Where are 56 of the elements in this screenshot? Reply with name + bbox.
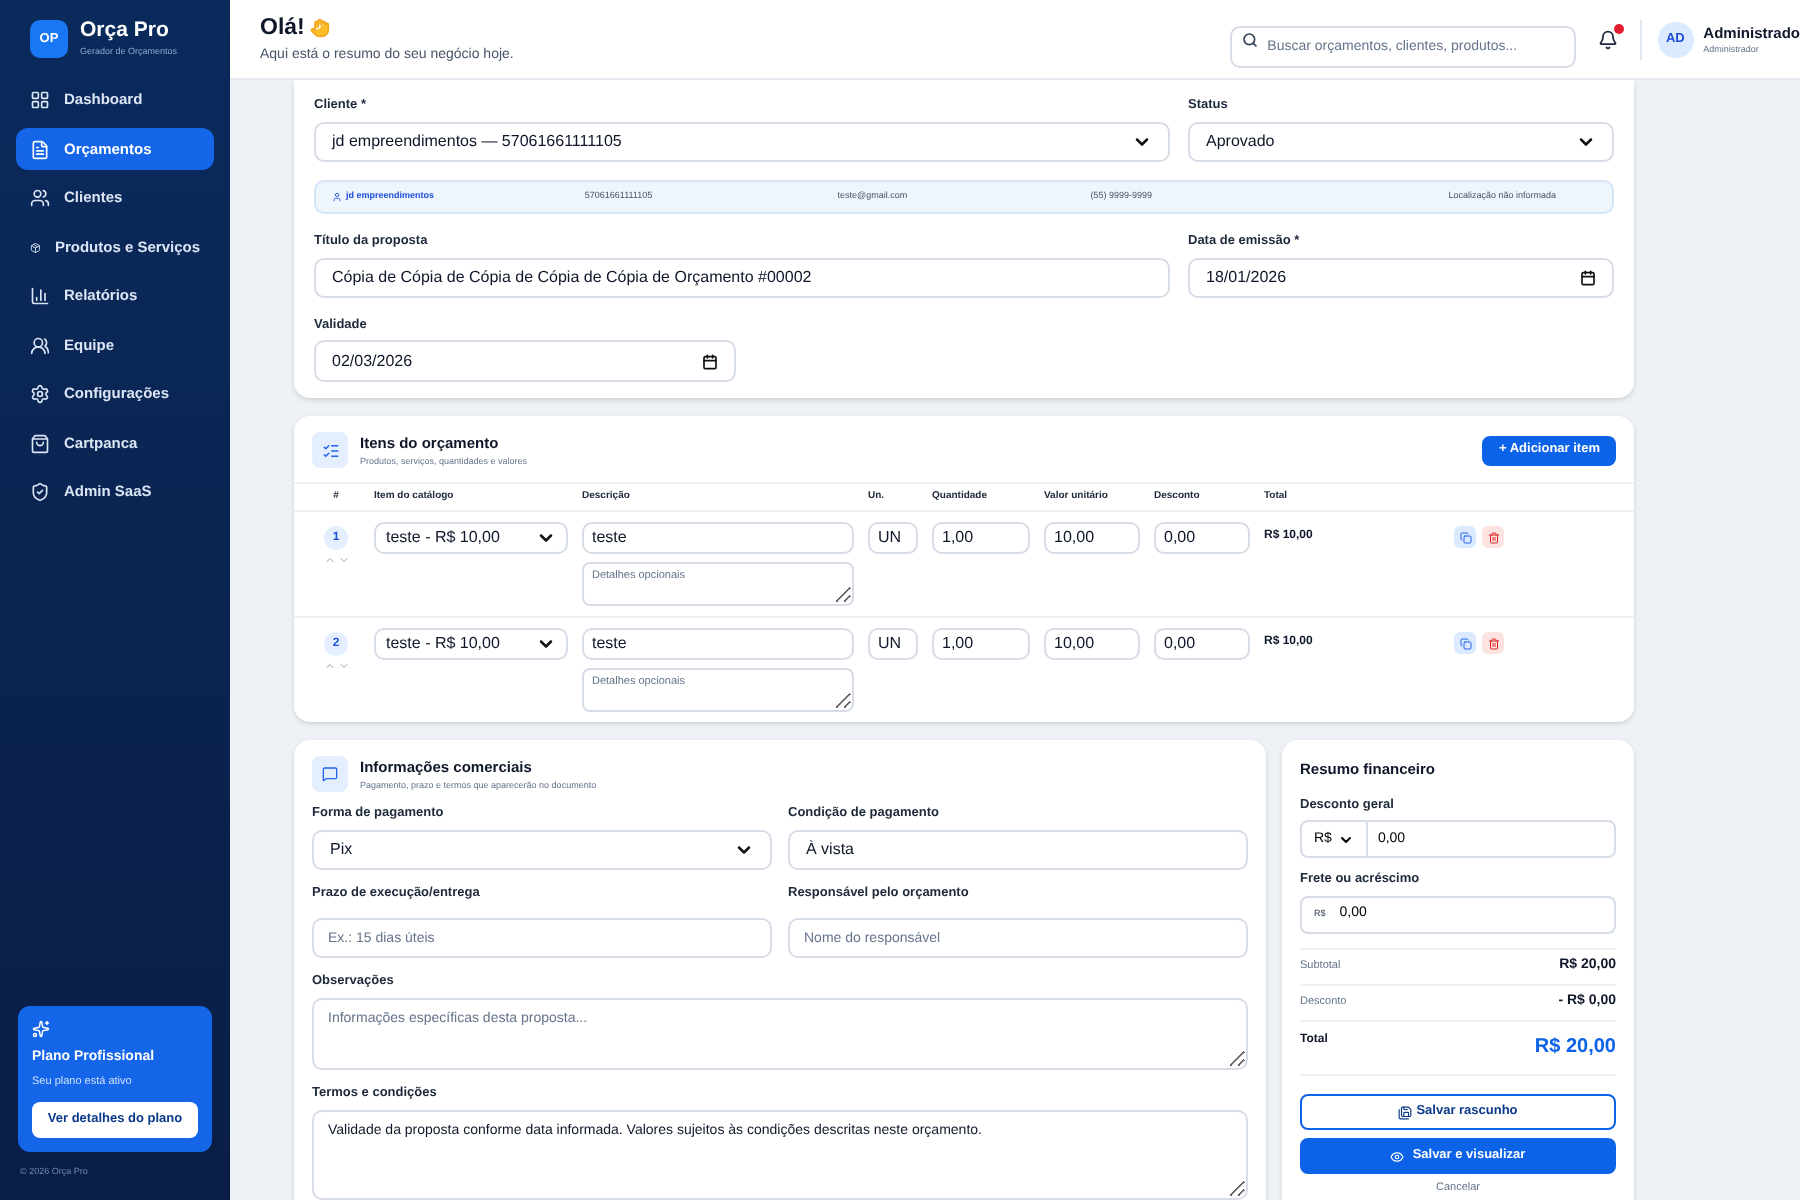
text-field[interactable]: Cópia de Cópia de Cópia de Cópia de Cópia de Orçamento #00002 <box>314 257 1170 297</box>
delete-button[interactable] <box>1482 632 1504 655</box>
quantity-field[interactable]: 1,00 <box>932 522 1030 555</box>
shield-icon <box>30 482 50 502</box>
unit-field[interactable]: UN <box>868 628 918 661</box>
greeting-title: Olá! <box>260 13 305 44</box>
text-field[interactable]: teste <box>582 628 854 661</box>
chevron-down-icon <box>734 840 754 860</box>
bar-chart-icon <box>30 286 50 306</box>
select-field[interactable]: teste - R$ 10,00 <box>374 522 568 555</box>
users-icon <box>30 188 50 208</box>
total-value: R$ 20,00 <box>1534 1034 1616 1062</box>
hand-icon <box>310 18 331 39</box>
move-down-icon[interactable] <box>337 554 349 567</box>
move-up-icon[interactable] <box>323 660 335 673</box>
text-field[interactable]: À vista <box>788 830 1248 870</box>
date-field[interactable]: 02/03/2026 <box>314 340 736 383</box>
copy-icon <box>1459 531 1471 544</box>
settings-icon <box>30 384 50 404</box>
bag-icon <box>30 433 50 453</box>
chevron-down-icon <box>1337 831 1354 848</box>
user-icon <box>332 191 342 202</box>
save-icon <box>1398 1105 1413 1119</box>
search-icon <box>1241 31 1258 47</box>
grid-icon <box>30 90 50 110</box>
duplicate-button[interactable] <box>1454 632 1476 655</box>
select-field[interactable]: Pix <box>312 830 772 870</box>
price-field[interactable]: 10,00 <box>1044 628 1140 661</box>
eye-icon <box>1390 1149 1405 1163</box>
sparkles-icon <box>32 1019 50 1037</box>
delete-button[interactable] <box>1482 526 1504 549</box>
unit-field[interactable]: UN <box>868 522 918 555</box>
copy-icon <box>1459 637 1471 650</box>
message-icon <box>322 766 338 783</box>
move-up-icon[interactable] <box>323 554 335 567</box>
brand-name: Orça Pro <box>80 20 171 41</box>
calendar-icon <box>702 353 718 370</box>
team-icon <box>30 335 50 355</box>
select-field[interactable]: Aprovado <box>1188 121 1614 162</box>
date-field[interactable]: 18/01/2026 <box>1188 257 1614 297</box>
quantity-field[interactable]: 1,00 <box>932 628 1030 661</box>
trash-icon <box>1487 637 1499 650</box>
document-icon <box>30 139 50 159</box>
list-icon <box>321 441 339 460</box>
duplicate-button[interactable] <box>1454 526 1476 549</box>
discount-field[interactable]: 0,00 <box>1154 522 1250 555</box>
move-down-icon[interactable] <box>337 660 349 673</box>
notification-bell-icon[interactable] <box>1597 29 1618 49</box>
text-field[interactable]: teste <box>582 522 854 555</box>
discount-field[interactable]: 0,00 <box>1154 628 1250 661</box>
box-icon <box>30 237 41 257</box>
price-field[interactable]: 10,00 <box>1044 522 1140 555</box>
trash-icon <box>1487 531 1499 544</box>
select-field[interactable]: jd empreendimentos — 57061661111105 <box>314 121 1170 162</box>
select-field[interactable]: teste - R$ 10,00 <box>374 628 568 661</box>
calendar-icon <box>1580 269 1596 285</box>
